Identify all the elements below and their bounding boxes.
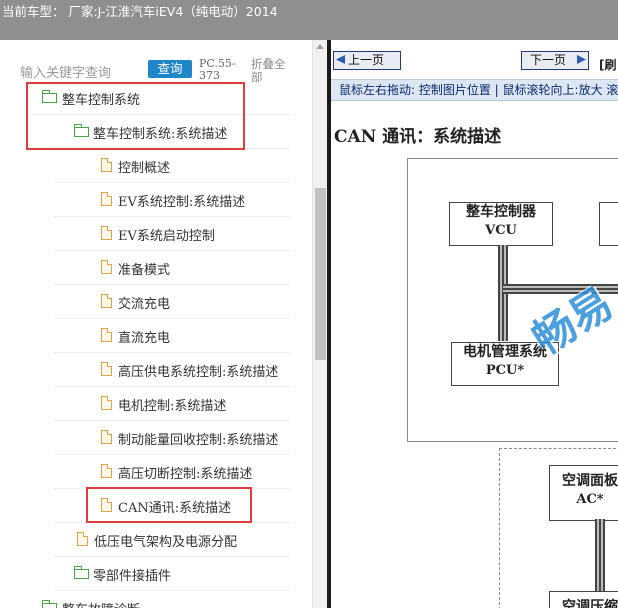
- tree-node-label: 交流充电: [118, 297, 171, 312]
- document-icon: [101, 192, 112, 206]
- tree-node[interactable]: 交流充电: [54, 285, 290, 319]
- tree-node[interactable]: 准备模式: [54, 251, 290, 285]
- tree-scrollbar[interactable]: [312, 40, 328, 608]
- tree-node[interactable]: EV系统启动控制: [54, 217, 290, 251]
- prev-page-button[interactable]: 上一页: [333, 51, 401, 70]
- tree-node-label: 控制概述: [118, 161, 171, 176]
- tree-node-label: 制动能量回收控制:系统描述: [118, 433, 279, 448]
- next-page-button[interactable]: 下一页: [521, 51, 589, 70]
- refresh-button[interactable]: [刷: [599, 56, 617, 73]
- partial-box: [599, 202, 618, 246]
- tree-node-label: 准备模式: [118, 263, 171, 278]
- compressor-name: 空调压缩: [562, 599, 618, 608]
- tree-node-label: 电机控制:系统描述: [118, 399, 227, 414]
- vcu-name: 整车控制器: [466, 204, 536, 220]
- tree-node[interactable]: 控制概述: [54, 149, 290, 183]
- tree-node[interactable]: 低压电气架构及电源分配: [54, 523, 290, 557]
- title-bar: 当前车型： 厂家:J-江淮汽车iEV4（纯电动）2014: [0, 0, 618, 40]
- page-navigation: 上一页 下一页 [刷: [331, 48, 618, 72]
- document-icon: [101, 362, 112, 376]
- document-icon: [101, 328, 112, 342]
- tree-node[interactable]: 制动能量回收控制:系统描述: [54, 421, 290, 455]
- document-icon: [101, 464, 112, 478]
- compressor-box: 空调压缩: [549, 591, 618, 608]
- tree-node-label: 整车故障诊断: [62, 599, 140, 608]
- tree-node-label: 高压供电系统控制:系统描述: [118, 365, 279, 380]
- scroll-up-arrow-icon[interactable]: [316, 44, 324, 49]
- tree-node[interactable]: EV系统控制:系统描述: [54, 183, 290, 217]
- document-icon: [101, 294, 112, 308]
- ac-name: 空调面板: [562, 473, 618, 489]
- prev-page-label: 上一页: [348, 53, 385, 67]
- document-code: PC.55-373: [199, 57, 236, 82]
- folder-icon: [74, 566, 89, 579]
- arrow-right-icon: [577, 55, 586, 64]
- highlight-box: [86, 487, 252, 523]
- next-page-label: 下一页: [530, 53, 567, 67]
- vcu-box: 整车控制器 VCU: [449, 202, 553, 246]
- tree-node-label: 直流充电: [118, 331, 171, 346]
- tree-node[interactable]: 整车故障诊断: [28, 591, 290, 608]
- ac-box: 空调面板 AC*: [549, 465, 618, 521]
- document-viewer: 上一页 下一页 [刷 鼠标左右拖动: 控制图片位置 | 鼠标滚轮向上:放大 滚 …: [331, 40, 618, 608]
- highlight-box: [26, 82, 245, 150]
- tree-node-label: 高压切断控制:系统描述: [118, 467, 253, 482]
- document-icon: [101, 430, 112, 444]
- document-icon: [101, 260, 112, 274]
- search-bar: 输入关键字查询 查询 PC.55-373 折叠全部: [0, 50, 312, 84]
- document-icon: [101, 396, 112, 410]
- document-icon: [101, 158, 112, 172]
- usage-hint-text: 鼠标左右拖动: 控制图片位置 | 鼠标滚轮向上:放大 滚: [339, 83, 618, 97]
- document-icon: [77, 532, 88, 546]
- can-bus-line: [595, 519, 605, 591]
- arrow-left-icon: [336, 55, 345, 64]
- tree-node[interactable]: 电机控制:系统描述: [54, 387, 290, 421]
- tree-node[interactable]: 直流充电: [54, 319, 290, 353]
- search-button[interactable]: 查询: [148, 60, 192, 78]
- tree-node-label: EV系统控制:系统描述: [118, 195, 246, 210]
- current-vehicle-title: 当前车型： 厂家:J-江淮汽车iEV4（纯电动）2014: [2, 4, 278, 19]
- scrollbar-thumb[interactable]: [315, 188, 326, 360]
- search-input[interactable]: 输入关键字查询: [20, 62, 111, 81]
- folder-icon: [42, 600, 57, 608]
- tree-node[interactable]: 高压供电系统控制:系统描述: [54, 353, 290, 387]
- tree-node-label: EV系统启动控制: [118, 229, 215, 244]
- pcu-code: PCU*: [485, 363, 525, 378]
- tree-node-label: 零部件接插件: [93, 569, 172, 584]
- document-title: CAN 通讯：系统描述: [334, 127, 502, 147]
- navigation-pane: 输入关键字查询 查询 PC.55-373 折叠全部 整车控制系统 整车控制系统:…: [0, 40, 312, 608]
- tree-node[interactable]: 零部件接插件: [54, 557, 290, 591]
- ac-code: AC*: [576, 492, 604, 507]
- document-icon: [101, 226, 112, 240]
- vcu-code: VCU: [485, 223, 517, 238]
- tree-node-label: 低压电气架构及电源分配: [94, 535, 238, 550]
- usage-hint: 鼠标左右拖动: 控制图片位置 | 鼠标滚轮向上:放大 滚: [331, 79, 618, 101]
- tree-node[interactable]: 高压切断控制:系统描述: [54, 455, 290, 489]
